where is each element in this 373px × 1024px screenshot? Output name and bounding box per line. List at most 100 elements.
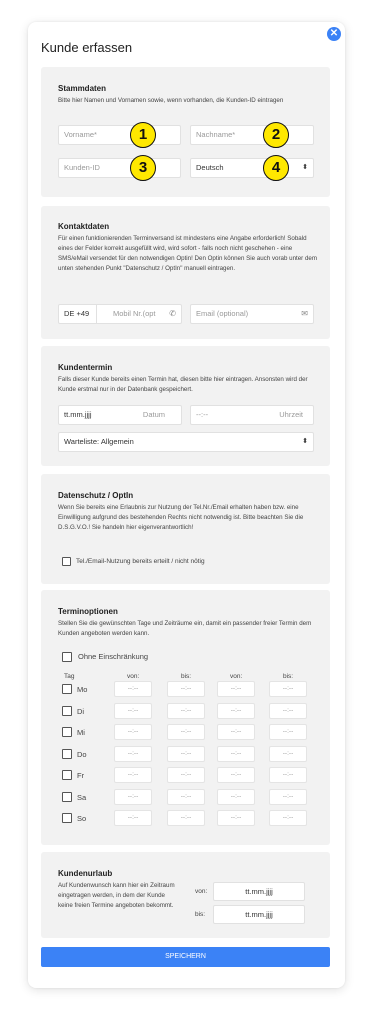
mail-icon: ✉ bbox=[301, 309, 308, 318]
chevron-updown-icon: ⬍ bbox=[302, 164, 308, 171]
waitlist-select[interactable]: Warteliste: Allgemein ⬍ bbox=[58, 432, 314, 452]
no-limit-checkbox[interactable] bbox=[62, 652, 72, 662]
day-time-field[interactable]: --:-- bbox=[217, 702, 255, 719]
col-von-1: von: bbox=[127, 673, 140, 680]
day-time-field[interactable]: --:-- bbox=[269, 681, 307, 697]
optin-checkbox[interactable] bbox=[62, 557, 71, 566]
day-time-field[interactable]: --:-- bbox=[217, 788, 255, 805]
day-time-field[interactable]: --:-- bbox=[269, 702, 307, 719]
day-time-field[interactable]: --:-- bbox=[269, 788, 307, 805]
day-time-field[interactable]: --:-- bbox=[269, 724, 307, 740]
day-label: So bbox=[77, 814, 87, 823]
day-label: Do bbox=[77, 749, 87, 759]
annotation-badge-1: 1 bbox=[130, 122, 156, 148]
date-label: Datum bbox=[142, 410, 165, 419]
day-time-field[interactable]: --:-- bbox=[217, 810, 255, 826]
section-datenschutz: Datenschutz / OptIn Wenn Sie bereits ein… bbox=[41, 474, 330, 584]
termin-time-field[interactable]: --:-- Uhrzeit bbox=[190, 405, 314, 425]
day-time-field[interactable]: --:-- bbox=[167, 681, 205, 697]
page-title: Kunde erfassen bbox=[41, 40, 133, 55]
email-field[interactable]: Email (optional) ✉ bbox=[190, 304, 314, 324]
section-stammdaten: Stammdaten Bitte hier Namen und Vornamen… bbox=[41, 67, 330, 197]
day-checkbox[interactable] bbox=[62, 705, 72, 716]
divider bbox=[96, 305, 97, 323]
phone-field[interactable]: DE +49 Mobil Nr.(opt ✆ bbox=[58, 304, 182, 324]
section-desc: Bitte hier Namen und Vornamen sowie, wen… bbox=[58, 97, 284, 104]
day-time-field[interactable]: --:-- bbox=[114, 810, 152, 826]
day-checkbox[interactable] bbox=[62, 791, 72, 802]
day-label: Mi bbox=[77, 728, 85, 737]
day-label: Fr bbox=[77, 771, 85, 780]
kunden-id-field[interactable]: Kunden-ID bbox=[58, 158, 181, 178]
no-limit-label: Ohne Einschränkung bbox=[78, 652, 149, 661]
day-time-field[interactable]: --:-- bbox=[217, 745, 255, 762]
section-title: Kontaktdaten bbox=[58, 222, 110, 231]
day-time-field[interactable]: --:-- bbox=[217, 681, 255, 697]
day-time-field[interactable]: --:-- bbox=[217, 767, 255, 783]
day-time-field[interactable]: --:-- bbox=[114, 767, 152, 783]
vorname-field[interactable]: Vorname* bbox=[58, 125, 181, 145]
mobile-placeholder: Mobil Nr.(opt bbox=[113, 309, 156, 318]
section-kontaktdaten: Kontaktdaten Für einen funktionierenden … bbox=[41, 206, 330, 339]
close-icon[interactable]: ✕ bbox=[327, 27, 341, 41]
nachname-field[interactable]: Nachname* bbox=[190, 125, 314, 145]
day-time-field[interactable]: --:-- bbox=[167, 702, 205, 719]
annotation-badge-4: 4 bbox=[263, 155, 289, 181]
time-placeholder: --:-- bbox=[196, 410, 209, 419]
day-time-field[interactable]: --:-- bbox=[114, 724, 152, 740]
day-label: Sa bbox=[77, 792, 87, 802]
day-checkbox[interactable] bbox=[62, 748, 72, 759]
urlaub-von-label: von: bbox=[195, 888, 208, 895]
section-title: Kundenurlaub bbox=[58, 869, 113, 878]
day-time-field[interactable]: --:-- bbox=[114, 681, 152, 697]
section-title: Datenschutz / OptIn bbox=[58, 491, 134, 500]
day-time-field[interactable]: --:-- bbox=[269, 745, 307, 762]
col-tag: Tag bbox=[64, 673, 75, 680]
section-title: Kundentermin bbox=[58, 363, 113, 372]
time-label: Uhrzeit bbox=[279, 410, 303, 419]
day-checkbox[interactable] bbox=[62, 727, 72, 737]
urlaub-bis-label: bis: bbox=[195, 911, 206, 918]
waitlist-value: Warteliste: Allgemein bbox=[64, 437, 134, 446]
section-terminoptionen: Terminoptionen Stellen Sie die gewünscht… bbox=[41, 590, 330, 845]
urlaub-bis-field[interactable]: tt.mm.jjjj bbox=[213, 905, 305, 924]
day-label: Mo bbox=[77, 685, 88, 694]
day-time-field[interactable]: --:-- bbox=[269, 767, 307, 783]
day-time-field[interactable]: --:-- bbox=[114, 745, 152, 762]
annotation-badge-3: 3 bbox=[130, 155, 156, 181]
day-time-field[interactable]: --:-- bbox=[167, 767, 205, 783]
email-placeholder: Email (optional) bbox=[196, 309, 249, 318]
country-code[interactable]: DE +49 bbox=[64, 305, 89, 323]
section-title: Terminoptionen bbox=[58, 607, 118, 616]
day-time-field[interactable]: --:-- bbox=[167, 810, 205, 826]
language-select[interactable]: Deutsch ⬍ bbox=[190, 158, 314, 178]
col-bis-1: bis: bbox=[181, 673, 192, 680]
day-time-field[interactable]: --:-- bbox=[167, 788, 205, 805]
section-kundenurlaub: Kundenurlaub Auf Kundenwunsch kann hier … bbox=[41, 852, 330, 938]
section-desc: Stellen Sie die gewünschten Tage und Zei… bbox=[58, 620, 312, 637]
day-checkbox[interactable] bbox=[62, 770, 72, 780]
day-time-field[interactable]: --:-- bbox=[167, 724, 205, 740]
section-desc: Wenn Sie bereits eine Erlaubnis zur Nutz… bbox=[58, 504, 304, 531]
section-title: Stammdaten bbox=[58, 84, 107, 93]
termin-date-field[interactable]: tt.mm.jjjj Datum bbox=[58, 405, 182, 425]
urlaub-von-field[interactable]: tt.mm.jjjj bbox=[213, 882, 305, 901]
optin-checkbox-label: Tel./Email-Nutzung bereits erteilt / nic… bbox=[76, 558, 205, 565]
save-button[interactable]: SPEICHERN bbox=[41, 947, 330, 967]
date-placeholder: tt.mm.jjjj bbox=[64, 410, 92, 419]
section-desc: Auf Kundenwunsch kann hier ein Zeitraum … bbox=[58, 882, 175, 909]
day-time-field[interactable]: --:-- bbox=[269, 810, 307, 826]
section-kundentermin: Kundentermin Falls dieser Kunde bereits … bbox=[41, 346, 330, 466]
day-checkbox[interactable] bbox=[62, 813, 72, 823]
day-label: Di bbox=[77, 706, 85, 716]
day-time-field[interactable]: --:-- bbox=[114, 702, 152, 719]
day-checkbox[interactable] bbox=[62, 684, 72, 694]
chevron-updown-icon: ⬍ bbox=[302, 438, 308, 445]
col-von-2: von: bbox=[230, 673, 243, 680]
section-desc: Für einen funktionierenden Terminversand… bbox=[58, 235, 317, 272]
annotation-badge-2: 2 bbox=[263, 122, 289, 148]
day-time-field[interactable]: --:-- bbox=[217, 724, 255, 740]
day-time-field[interactable]: --:-- bbox=[167, 745, 205, 762]
section-desc: Falls dieser Kunde bereits einen Termin … bbox=[58, 376, 308, 393]
day-time-field[interactable]: --:-- bbox=[114, 788, 152, 805]
